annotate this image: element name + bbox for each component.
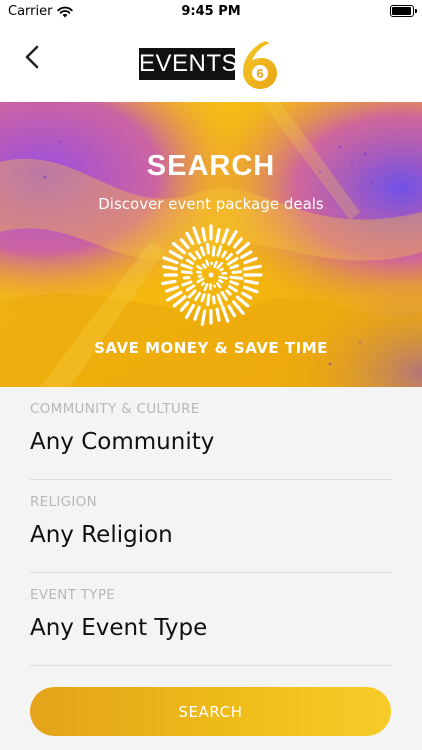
starburst-ray — [193, 305, 201, 321]
starburst-ray — [168, 249, 184, 260]
starburst-ray — [232, 237, 243, 249]
starburst-ray — [227, 285, 238, 293]
starburst-ray — [219, 267, 224, 272]
starburst-ray — [241, 291, 253, 300]
starburst-ray — [206, 293, 211, 307]
starburst-ray — [192, 226, 201, 245]
logo-six-mark: 6 — [243, 41, 277, 89]
starburst-ray — [216, 293, 223, 306]
starburst-ray — [235, 295, 250, 308]
starburst-ray — [184, 303, 195, 320]
starburst-ray — [172, 295, 187, 308]
starburst-ray — [180, 270, 193, 275]
starburst-ray — [200, 293, 206, 302]
hero-title: SEARCH — [146, 150, 276, 182]
starburst-center — [208, 272, 214, 278]
starburst-ray — [199, 246, 206, 257]
starburst-ray — [227, 230, 238, 246]
starburst-ray — [239, 250, 253, 259]
starburst-ray — [201, 263, 207, 269]
starburst-ray — [216, 261, 224, 270]
hero-subtitle: Discover event package deals — [98, 195, 324, 213]
starburst-ray — [225, 252, 233, 261]
starburst-ray — [221, 250, 227, 259]
logo-text: EVENTS — [139, 48, 238, 80]
back-button[interactable] — [20, 43, 46, 71]
starburst-ray — [200, 309, 207, 326]
starburst-ray — [161, 279, 177, 286]
starburst-ray — [196, 277, 205, 284]
event-type-filter[interactable]: EVENT TYPE Any Event Type — [30, 573, 392, 666]
starburst-ray — [171, 241, 186, 255]
starburst-ray — [179, 301, 190, 312]
hero-banner: SEARCH Discover event package deals SAVE… — [0, 102, 422, 387]
starburst-ray — [200, 281, 205, 286]
starburst-ray — [242, 264, 262, 271]
starburst-ray — [185, 284, 196, 292]
starburst-ray — [196, 270, 202, 274]
starburst-ray — [231, 270, 243, 274]
chevron-left-icon — [25, 45, 39, 69]
starburst-ray — [179, 238, 190, 250]
status-bar: Carrier 9:45 PM — [0, 0, 422, 24]
event-type-filter-label: EVENT TYPE — [30, 587, 116, 603]
svg-text:6: 6 — [256, 66, 263, 81]
starburst-ray — [220, 290, 228, 302]
starburst-ray — [196, 265, 203, 271]
starburst-ray — [165, 285, 180, 293]
starburst-ray — [227, 304, 237, 318]
starburst-ray — [221, 305, 230, 323]
search-button[interactable]: SEARCH — [30, 687, 391, 736]
starburst-ray — [215, 307, 221, 322]
starburst-ray — [213, 260, 218, 268]
starburst-ray — [229, 275, 244, 280]
starburst-ray — [225, 289, 232, 296]
starburst-ray — [181, 280, 193, 287]
starburst-ray — [188, 252, 197, 261]
starburst-ray — [229, 264, 239, 270]
religion-filter[interactable]: RELIGION Any Religion — [30, 480, 392, 573]
events6-logo: EVENTS 6 — [139, 40, 285, 92]
starburst-ray — [242, 285, 259, 294]
starburst-ray — [211, 245, 216, 257]
starburst-ray — [180, 263, 193, 270]
starburst-ray — [195, 250, 202, 260]
starburst-ray — [243, 256, 258, 265]
starburst-ray — [203, 283, 209, 292]
starburst-ray — [182, 276, 191, 280]
starburst-ray — [185, 258, 195, 265]
starburst-icon — [161, 224, 263, 326]
community-filter-value: Any Community — [30, 429, 215, 455]
starburst-ray — [218, 279, 224, 284]
starburst-ray — [162, 256, 179, 265]
starburst-ray — [226, 256, 239, 266]
starburst-ray — [221, 228, 230, 244]
starburst-ray — [162, 265, 178, 271]
battery-icon — [390, 5, 417, 17]
hero-tagline: SAVE MONEY & SAVE TIME — [94, 339, 328, 357]
starburst-ray — [218, 275, 228, 280]
starburst-ray — [216, 282, 222, 289]
starburst-ray — [212, 295, 216, 305]
starburst-ray — [215, 228, 221, 244]
event-type-filter-value: Any Event Type — [30, 615, 208, 641]
status-time: 9:45 PM — [181, 4, 241, 19]
starburst-ray — [243, 279, 259, 285]
starburst-ray — [216, 245, 223, 257]
religion-filter-value: Any Religion — [30, 522, 173, 548]
starburst-ray — [201, 227, 207, 242]
starburst-ray — [229, 280, 239, 286]
starburst-ray — [205, 259, 210, 267]
nav-bar: EVENTS 6 — [0, 24, 422, 102]
religion-filter-label: RELIGION — [30, 494, 97, 510]
community-filter[interactable]: COMMUNITY & CULTURE Any Community — [30, 387, 392, 480]
starburst-ray — [232, 300, 245, 315]
community-filter-label: COMMUNITY & CULTURE — [30, 401, 200, 417]
starburst-ray — [194, 291, 201, 302]
starburst-ray — [187, 289, 197, 299]
starburst-ray — [235, 241, 251, 255]
starburst-ray — [166, 290, 183, 302]
starburst-ray — [185, 231, 195, 245]
starburst-ray — [205, 242, 210, 255]
